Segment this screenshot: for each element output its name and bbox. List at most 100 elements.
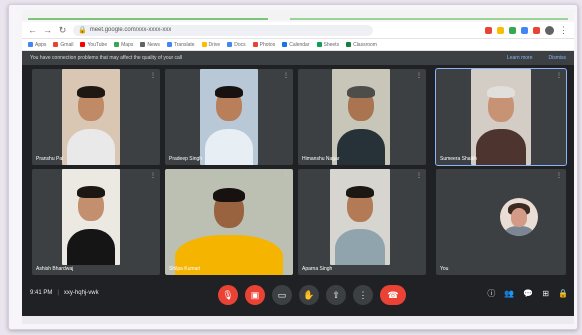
bookmark-label: Photos (259, 41, 276, 48)
lock-icon[interactable]: 🔒 (558, 290, 568, 298)
people-icon[interactable]: 👥 (504, 290, 514, 298)
meeting-info: 9:41 PM | xxy-hqhj-vwk (30, 290, 99, 296)
person-torso (475, 128, 527, 165)
lock-icon: 🔒 (78, 27, 87, 34)
bookmark-item[interactable]: YouTube (80, 42, 107, 48)
mic-off-button[interactable]: 🎙 (218, 285, 238, 305)
person-hair (347, 86, 375, 98)
extension-icon[interactable] (533, 26, 540, 34)
person-torso (334, 228, 386, 265)
extension-icon[interactable] (485, 26, 492, 34)
forward-icon[interactable]: → (43, 25, 52, 35)
participant-tile[interactable]: ⋮ Aparna Singh (298, 169, 426, 275)
participant-name: Shilpa Kumari (169, 266, 201, 272)
back-icon[interactable]: ← (28, 25, 37, 35)
menu-kebab-icon[interactable]: ⋮ (559, 25, 568, 35)
captions-button[interactable]: ▭ (272, 285, 292, 305)
camera-off-button[interactable]: ▣ (245, 285, 265, 305)
reload-icon[interactable]: ↻ (58, 25, 67, 35)
participant-name: Aparna Singh (302, 266, 333, 272)
extension-icon[interactable] (509, 26, 516, 34)
bookmark-favicon-icon (140, 42, 146, 47)
tile-more-icon[interactable]: ⋮ (556, 172, 562, 179)
participant-tile[interactable]: ⋮ Himanshu Nagar (298, 69, 426, 165)
more-options-button[interactable]: ⋮ (353, 285, 373, 305)
tile-more-icon[interactable]: ⋮ (283, 72, 289, 79)
bookmark-item[interactable]: Docs (227, 42, 246, 48)
call-controls: 🎙 ▣ ▭ ✋ ⇧ ⋮ ☎ (218, 285, 406, 305)
present-button[interactable]: ⇧ (326, 285, 346, 305)
avatar-face (511, 208, 527, 227)
raise-hand-button[interactable]: ✋ (299, 285, 319, 305)
bookmark-favicon-icon (346, 42, 352, 47)
bookmark-label: Gmail (60, 41, 74, 48)
connection-banner: You have connection problems that may af… (22, 51, 574, 65)
participant-tile[interactable]: ⋮ Ashish Bhardwaj (32, 169, 160, 275)
present-icon: ⇧ (332, 289, 340, 300)
tile-more-icon[interactable]: ⋮ (283, 172, 289, 179)
person-torso (66, 228, 116, 265)
bookmark-item[interactable]: Classroom (346, 42, 377, 48)
bottom-bar: 9:41 PM | xxy-hqhj-vwk 🎙 ▣ ▭ ✋ ⇧ ⋮ ☎ ⓘ 👥 💬 ⊞ 🔒 (22, 277, 574, 316)
window-bottom-edge (22, 316, 574, 324)
bookmark-item[interactable]: News (140, 42, 160, 48)
participant-tile[interactable]: ⋮ Sumeera Shaikh (435, 68, 567, 166)
end-call-button[interactable]: ☎ (380, 285, 406, 305)
extension-icon[interactable] (521, 26, 528, 34)
participant-tile[interactable]: ⋮ Shilpa Kumari (165, 169, 293, 275)
participant-name: Himanshu Nagar (302, 156, 340, 162)
participant-avatar (500, 198, 538, 236)
tile-more-icon[interactable]: ⋮ (556, 72, 562, 79)
participant-tile[interactable]: ⋮ Pradeep Singh (165, 69, 293, 165)
clock-text: 9:41 PM (30, 290, 53, 296)
bookmark-item[interactable]: Gmail (53, 42, 73, 48)
tab-indicator-a (28, 18, 268, 20)
bookmark-label: YouTube (87, 41, 108, 48)
person-torso (204, 128, 254, 165)
learn-more-link[interactable]: Learn more (507, 55, 533, 61)
url-text: meet.google.com/xxx-xxxx-xxx (89, 27, 172, 33)
bookmark-label: Sheets (323, 41, 340, 48)
bookmark-favicon-icon (252, 42, 258, 47)
bookmark-label: Maps (121, 41, 134, 48)
meet-stage: You have connection problems that may af… (22, 51, 574, 316)
bookmark-favicon-icon (53, 42, 59, 47)
banner-text: You have connection problems that may af… (30, 55, 183, 61)
bookmark-item[interactable]: Apps (28, 42, 46, 48)
bookmarks-bar: Apps Gmail YouTube Maps News Translate Drive Do… (22, 39, 574, 51)
bookmark-item[interactable]: Drive (201, 41, 221, 48)
bookmark-favicon-icon (201, 42, 207, 47)
bookmark-item[interactable]: Calendar (282, 42, 310, 48)
extensions-area: ⋮ (485, 25, 568, 35)
participant-name: Ashish Bhardwaj (36, 266, 74, 272)
bookmark-item[interactable]: Photos (252, 41, 276, 48)
bookmark-item[interactable]: Translate (166, 41, 195, 48)
address-bar[interactable]: 🔒 meet.google.com/xxx-xxxx-xxx (73, 24, 373, 36)
participant-tile[interactable]: ⋮ Pranshu Pal (32, 69, 160, 165)
participant-video (200, 69, 258, 165)
bookmark-item[interactable]: Sheets (316, 41, 340, 48)
camera-off-icon: ▣ (250, 289, 260, 300)
bookmark-label: Translate (173, 41, 195, 48)
bookmark-item[interactable]: Maps (114, 42, 133, 48)
info-icon[interactable]: ⓘ (487, 290, 495, 298)
participant-name: Sumeera Shaikh (440, 156, 477, 162)
bookmark-label: Drive (208, 41, 221, 48)
bookmark-favicon-icon (227, 42, 233, 47)
tile-more-icon[interactable]: ⋮ (416, 72, 422, 79)
bookmark-label: News (147, 41, 160, 48)
tile-more-icon[interactable]: ⋮ (416, 172, 422, 179)
extension-icon[interactable] (497, 26, 504, 34)
person-hair (77, 186, 105, 198)
tile-more-icon[interactable]: ⋮ (150, 72, 156, 79)
chat-icon[interactable]: 💬 (523, 290, 533, 298)
tile-more-icon[interactable]: ⋮ (150, 172, 156, 179)
bookmark-favicon-icon (316, 42, 322, 47)
participant-video (332, 69, 390, 165)
banner-actions: Learn more Dismiss (507, 55, 566, 61)
participant-tile[interactable]: ⋮ You (436, 169, 566, 275)
activities-icon[interactable]: ⊞ (542, 290, 549, 298)
profile-avatar[interactable] (545, 25, 554, 35)
dismiss-button[interactable]: Dismiss (549, 55, 567, 61)
end-call-icon: ☎ (387, 289, 399, 300)
